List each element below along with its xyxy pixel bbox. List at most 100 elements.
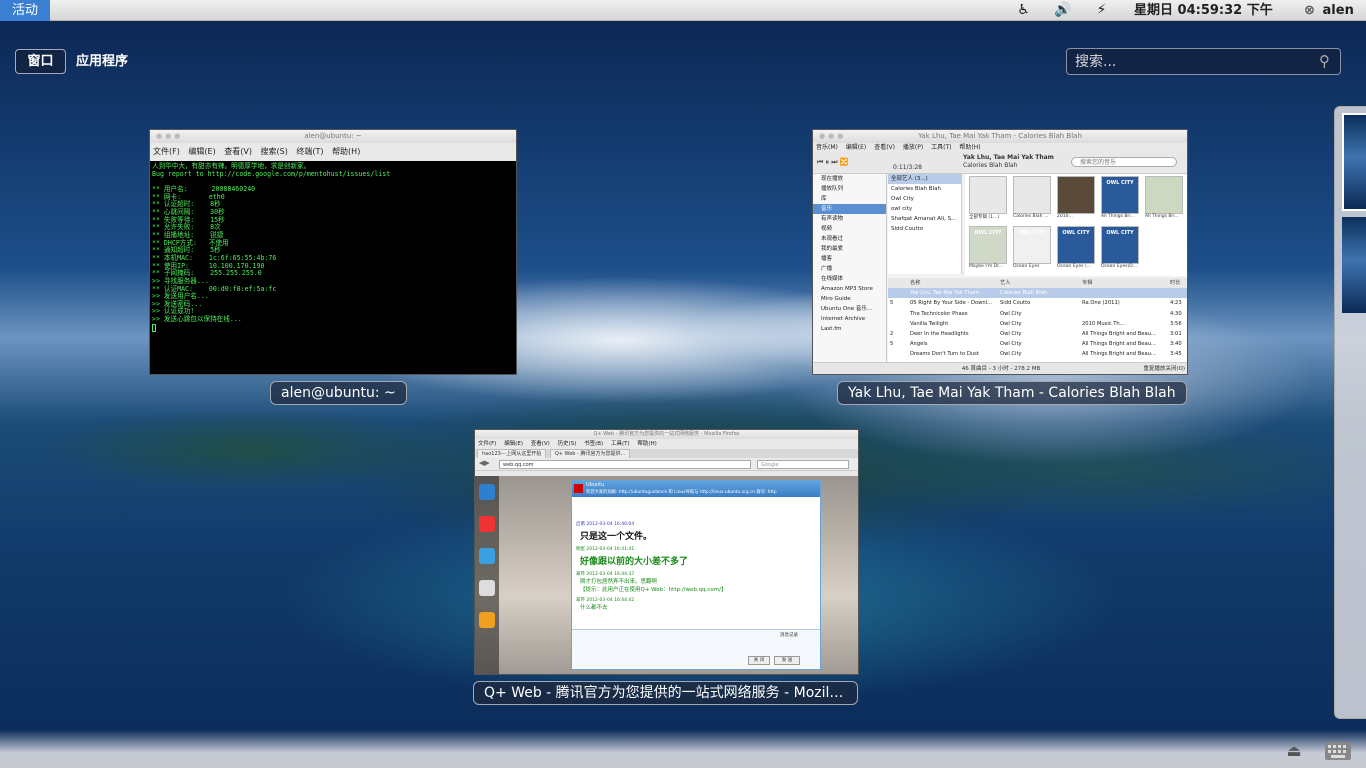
activities-button[interactable]: 活动 (0, 0, 51, 21)
chat-notice: 欢迎大家的加群: http://ubuntuguidance 和 Linux导航… (586, 490, 777, 495)
sidebar-item[interactable]: 在线媒体 (813, 274, 886, 284)
album-cover (1145, 176, 1183, 214)
network-icon[interactable]: ⚡ (1093, 2, 1110, 19)
track-row[interactable]: Yak Lhu, Tae Mai Yak Tham Calories Blah B… (888, 288, 1187, 299)
applications-tab[interactable]: 应用程序 (76, 49, 128, 74)
menu-item: 文件(F) (153, 147, 180, 156)
track-row[interactable]: 2 Deer In the Headlights Owl City All Thing… (888, 329, 1187, 339)
music-titlebar: ●●● Yak Lhu, Tae Mai Yak Tham - Calories… (813, 130, 1187, 143)
sidebar-item[interactable]: Amazon MP3 Store (813, 284, 886, 294)
sidebar-item[interactable]: 视频 (813, 224, 886, 234)
terminal-window-caption[interactable]: alen@ubuntu: ~ (270, 381, 407, 405)
music-player-window-thumbnail[interactable]: ●●● Yak Lhu, Tae Mai Yak Tham - Calories… (812, 129, 1188, 375)
artist-item[interactable]: Calories Blah Blah (888, 184, 961, 194)
album-tile[interactable]: 全部专辑 (1...) (969, 176, 1007, 224)
url-bar[interactable]: web.qq.com (499, 460, 751, 469)
sidebar-item[interactable]: 现在播放 (813, 174, 886, 184)
track-header-cell[interactable]: 艺人 (1000, 278, 1080, 288)
sidebar-item[interactable]: 未观看过 (813, 234, 886, 244)
qq-penguin-icon[interactable] (479, 516, 495, 532)
artist-item[interactable]: Shafqat Amanat Ali, S... (888, 214, 961, 224)
message-text: 【提示：此用户正在使用Q+ Web：http://web.qq.com/】 (580, 587, 727, 593)
volume-icon[interactable]: 🔊 (1054, 2, 1071, 19)
music-statusbar: 46 首曲目 - 3 小时 - 278.2 MB 重复播放关闭(O) (813, 362, 1187, 374)
sidebar-item[interactable]: 库 (813, 194, 886, 204)
back-forward-icon[interactable]: ◀▶ (479, 459, 490, 467)
album-tile[interactable]: All Things Bri... (1145, 176, 1183, 224)
sidebar-item[interactable]: 播客 (813, 254, 886, 264)
library-status: 46 首曲目 - 3 小时 - 278.2 MB (961, 366, 1041, 372)
track-row[interactable]: 5 Angels Owl City All Things Bright and Bea… (888, 339, 1187, 349)
music-search-input[interactable]: 搜索您的音乐 (1071, 157, 1177, 167)
search-box[interactable]: ⚲ (1066, 48, 1341, 75)
sidebar-item[interactable]: 广播 (813, 264, 886, 274)
qq-app-icon[interactable] (479, 548, 495, 564)
qq-app-icon[interactable] (479, 580, 495, 596)
track-header-cell[interactable]: 时长 (1170, 278, 1186, 288)
firefox-window-thumbnail[interactable]: Q+ Web - 腾讯官方为您提供的一站式网络服务 - Mozilla Fire… (474, 429, 859, 675)
windows-tab[interactable]: 窗口 (15, 49, 66, 74)
workspace-thumbnail-2[interactable] (1342, 217, 1366, 313)
chat-send-button[interactable]: 发 送 (774, 656, 800, 665)
track-cell: Deer In the Headlights (910, 330, 969, 337)
chat-history-button[interactable]: 消息记录 (780, 632, 798, 638)
track-cell: All Things Bright and Beau... (1082, 330, 1156, 337)
album-tile[interactable]: OWL CITY Ocean Eyes (1013, 226, 1051, 274)
playback-controls-icon: ⏮ ⏸ ⏭ 🔀 (817, 158, 849, 166)
track-row[interactable]: Vanilla Twilight Owl City 2010 Music Th...… (888, 319, 1187, 329)
qq-app-dock (475, 476, 499, 674)
track-row[interactable]: 5 05 Right By Your Side - Downl... Sidd Co… (888, 298, 1187, 308)
menu-item: 查看(V) (224, 147, 252, 156)
artist-item[interactable]: Sidd Coutto (888, 224, 961, 234)
keyboard-icon[interactable] (1325, 742, 1351, 760)
album-cover-text: OWL CITY (1018, 230, 1046, 236)
qq-app-icon[interactable] (479, 612, 495, 628)
eject-icon[interactable]: ⏏ (1284, 741, 1304, 761)
chat-close-button[interactable]: 关 闭 (748, 656, 770, 665)
firefox-tab-bar: hao123---上网从这里开始 Q+ Web - 腾讯官方为您提供... (475, 449, 858, 460)
track-row[interactable]: Dreams Don't Turn to Dust Owl City All Thi… (888, 349, 1187, 359)
sidebar-item[interactable]: Last.fm (813, 324, 886, 334)
clock[interactable]: 星期日 04:59:32 下午 (1134, 0, 1273, 21)
artist-item[interactable]: 全部艺人 (3...) (888, 174, 961, 184)
album-tile[interactable]: OWL CITY Ocean Eyes (... (1057, 226, 1095, 274)
sidebar-item[interactable]: Internet Archive (813, 314, 886, 324)
message-text: 好像跟以前的大小差不多了 (580, 557, 689, 567)
search-icon: ⚲ (1319, 52, 1330, 70)
terminal-line: >> 发送密码... (152, 299, 203, 308)
album-cover: OWL CITY (969, 226, 1007, 264)
track-header-cell[interactable]: 专辑 (1082, 278, 1162, 288)
album-tile[interactable]: Calories Blah ... (1013, 176, 1051, 224)
workspace-thumbnail-1[interactable] (1342, 113, 1366, 211)
album-tile[interactable]: 2010... (1057, 176, 1095, 224)
web-search-input[interactable]: Google (757, 460, 849, 469)
track-row[interactable]: The Technicolor Phase Owl City 4:30 (888, 309, 1187, 319)
qq-app-icon[interactable] (479, 484, 495, 500)
firefox-window-caption[interactable]: Q+ Web - 腾讯官方为您提供的一站式网络服务 - Mozilla Fi..… (473, 681, 858, 705)
qq-chat-window[interactable]: Ubuntu 欢迎大家的加群: http://ubuntuguidance 和 … (571, 480, 821, 670)
sidebar-item[interactable]: 播放队列 (813, 184, 886, 194)
track-cell: 2 (890, 330, 894, 337)
track-cell: 4:30 (1170, 310, 1182, 317)
artist-item[interactable]: owl city (888, 204, 961, 214)
track-header-cell[interactable]: 名称 (910, 278, 1000, 288)
sidebar-item[interactable]: 音乐 (813, 204, 886, 214)
album-tile[interactable]: OWL CITY Maybe I'm Dr... (969, 226, 1007, 274)
chat-input-area[interactable]: 消息记录 关 闭 发 送 (572, 629, 820, 669)
search-input[interactable] (1075, 52, 1305, 72)
sidebar-item[interactable]: 我的最爱 (813, 244, 886, 254)
artist-item[interactable]: Owl City (888, 194, 961, 204)
sidebar-item[interactable]: Miro Guide (813, 294, 886, 304)
sidebar-item[interactable]: Ubuntu One 音乐... (813, 304, 886, 314)
firefox-title: Q+ Web - 腾讯官方为您提供的一站式网络服务 - Mozilla Fire… (593, 431, 740, 437)
track-cell: Owl City (1000, 310, 1022, 317)
album-tile[interactable]: OWL CITY All Things Bri... (1101, 176, 1139, 224)
album-tile[interactable]: OWL CITY Ocean Eyes(D... (1101, 226, 1139, 274)
accessibility-icon[interactable]: ♿ (1015, 2, 1032, 19)
terminal-window-thumbnail[interactable]: ●●● alen@ubuntu: ~ 文件(F) 编辑(E) 查看(V) 搜索(… (149, 129, 517, 375)
user-menu[interactable]: ⊗ alen (1304, 0, 1354, 21)
menu-item: 查看(V) (874, 144, 895, 151)
music-window-caption[interactable]: Yak Lhu, Tae Mai Yak Tham - Calories Bla… (837, 381, 1187, 405)
repeat-status: 重复播放关闭(O) (1143, 366, 1185, 372)
sidebar-item[interactable]: 有声读物 (813, 214, 886, 224)
